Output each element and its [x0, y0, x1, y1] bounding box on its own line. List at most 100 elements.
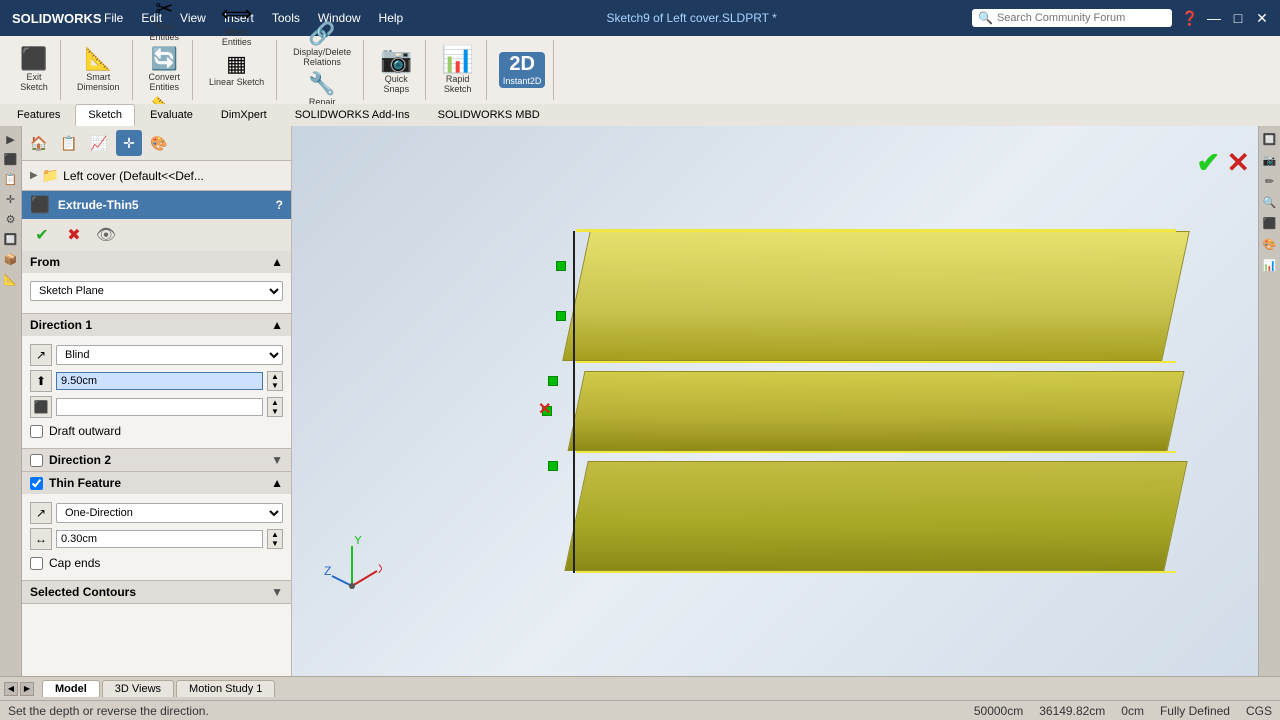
pm-thin-checkbox[interactable]: [30, 477, 43, 490]
pm-thin-type-select[interactable]: One-Direction: [56, 503, 283, 523]
pm-dir1-type-select[interactable]: Blind: [56, 345, 283, 365]
viewport-ok-icon[interactable]: ✔: [1197, 146, 1220, 179]
tree-item-icon: 📁: [42, 167, 59, 184]
gpoint-1[interactable]: [556, 261, 566, 271]
pm-thickness-up[interactable]: ▲: [268, 398, 282, 407]
pm-depth-input[interactable]: [56, 372, 263, 390]
side-icon-4[interactable]: ✛: [2, 190, 20, 208]
pm-thin-thickness-up[interactable]: ▲: [268, 530, 282, 539]
pm-draft-outward-checkbox[interactable]: [30, 425, 43, 438]
viewport-cancel-icon[interactable]: ✕: [1227, 146, 1250, 179]
status-coords: 50000cm 36149.82cm 0cm Fully Defined CGS: [974, 704, 1272, 718]
pm-depth-spinner[interactable]: ▲ ▼: [267, 371, 283, 391]
pm-preview-btn[interactable]: 👁: [94, 223, 118, 247]
quick-snaps-btn[interactable]: 📷 QuickSnaps: [376, 44, 416, 96]
side-icon-6[interactable]: 🔲: [2, 230, 20, 248]
view-icon-5[interactable]: ⬛: [1261, 214, 1279, 232]
pm-from-label: From: [30, 255, 60, 269]
pm-dir1-direction-btn[interactable]: ↗: [30, 344, 52, 366]
bottom-tab-motion[interactable]: Motion Study 1: [176, 680, 275, 697]
x-marker: ✕: [538, 399, 551, 419]
tab-mbd[interactable]: SOLIDWORKS MBD: [425, 104, 553, 126]
left-side-panel: ▶ ⬛ 📋 ✛ ⚙ 🔲 📦 📐: [0, 126, 22, 676]
view-icon-1[interactable]: 🔲: [1261, 130, 1279, 148]
exit-sketch-icon: ⬛: [20, 48, 47, 70]
pm-thin-thickness-down[interactable]: ▼: [268, 539, 282, 548]
side-icon-1[interactable]: ▶: [2, 130, 20, 148]
tab-dimxpert[interactable]: DimXpert: [208, 104, 280, 126]
panel-crosshair-btn[interactable]: ✛: [116, 130, 142, 156]
panel-home-btn[interactable]: 🏠: [26, 130, 52, 156]
pm-thickness-down[interactable]: ▼: [268, 407, 282, 416]
search-input[interactable]: [997, 12, 1157, 24]
pm-help-btn[interactable]: ?: [276, 198, 283, 212]
side-icon-3[interactable]: 📋: [2, 170, 20, 188]
maximize-btn[interactable]: □: [1228, 10, 1248, 27]
pm-from-header[interactable]: From ▲: [22, 251, 291, 273]
side-icon-8[interactable]: 📐: [2, 270, 20, 288]
pm-thin-thickness-input[interactable]: [56, 530, 263, 548]
pm-from-select[interactable]: Sketch Plane: [30, 281, 283, 301]
gpoint-5[interactable]: [548, 461, 558, 471]
pm-thin-thickness-spinner[interactable]: ▲ ▼: [267, 529, 283, 549]
panel-chart-btn[interactable]: 📈: [86, 130, 112, 156]
left-edge: [573, 231, 575, 573]
side-icon-5[interactable]: ⚙: [2, 210, 20, 228]
menu-help[interactable]: Help: [371, 7, 412, 29]
panel-color-btn[interactable]: 🎨: [146, 130, 172, 156]
view-icon-4[interactable]: 🔍: [1261, 193, 1279, 211]
help-btn[interactable]: ❓: [1180, 10, 1200, 27]
pm-cap-ends-checkbox[interactable]: [30, 557, 43, 570]
pm-ok-btn[interactable]: ✔: [30, 223, 54, 247]
menu-file[interactable]: File: [96, 7, 131, 29]
bottom-tab-3dviews[interactable]: 3D Views: [102, 680, 174, 697]
tree-expand-arrow[interactable]: ▶: [30, 170, 38, 181]
tree-root-item[interactable]: ▶ 📁 Left cover (Default<<Def...: [26, 165, 287, 186]
linear-pattern-btn[interactable]: ▦ Linear Sketch: [205, 51, 268, 89]
tab-addins[interactable]: SOLIDWORKS Add-Ins: [282, 104, 423, 126]
side-icon-2[interactable]: ⬛: [2, 150, 20, 168]
gpoint-2[interactable]: [556, 311, 566, 321]
panel-list-btn[interactable]: 📋: [56, 130, 82, 156]
minimize-btn[interactable]: —: [1204, 10, 1224, 27]
bottom-tab-model[interactable]: Model: [42, 680, 100, 697]
smart-dimension-btn[interactable]: 📐 SmartDimension: [73, 46, 124, 94]
pm-thickness-input[interactable]: [56, 398, 263, 416]
tab-nav-left[interactable]: ◀: [4, 682, 18, 696]
3d-viewport[interactable]: ✕ Y X Z ✔ ✕ 🔲 📷 ✏: [292, 126, 1280, 676]
pm-feature-icon: ⬛: [30, 195, 50, 215]
pm-thin-header[interactable]: Thin Feature ▲: [22, 472, 291, 494]
view-icon-7[interactable]: 📊: [1261, 256, 1279, 274]
rapid-sketch-btn[interactable]: 📊 RapidSketch: [438, 44, 478, 96]
trim-entities-btn[interactable]: ✂ TrimEntities: [146, 0, 184, 44]
pm-dir2-checkbox[interactable]: [30, 454, 43, 467]
pm-dir2-header[interactable]: Direction 2 ▼: [22, 449, 291, 471]
side-icon-7[interactable]: 📦: [2, 250, 20, 268]
pm-title: Extrude-Thin5: [58, 198, 139, 212]
pm-contours-header[interactable]: Selected Contours ▼: [22, 581, 291, 603]
tab-sketch[interactable]: Sketch: [75, 104, 135, 126]
view-icon-2[interactable]: 📷: [1261, 151, 1279, 169]
convert-entities-btn[interactable]: 🔄 ConvertEntities: [145, 46, 185, 94]
pm-thickness-spinner[interactable]: ▲ ▼: [267, 397, 283, 417]
tab-evaluate[interactable]: Evaluate: [137, 104, 206, 126]
close-btn[interactable]: ✕: [1252, 10, 1272, 27]
pm-thin-direction-btn[interactable]: ↗: [30, 502, 52, 524]
svg-text:X: X: [378, 562, 382, 576]
pm-cancel-btn[interactable]: ✖: [62, 223, 86, 247]
view-icon-3[interactable]: ✏: [1261, 172, 1279, 190]
view-icon-6[interactable]: 🎨: [1261, 235, 1279, 253]
exit-sketch-btn[interactable]: ⬛ ExitSketch: [16, 46, 52, 94]
pm-contours-label: Selected Contours: [30, 585, 136, 599]
instant2d-btn[interactable]: 2D Instant2D: [499, 52, 546, 88]
display-relations-btn[interactable]: 🔗 Display/DeleteRelations: [289, 21, 355, 69]
pm-depth-down[interactable]: ▼: [268, 381, 282, 390]
gpoint-3[interactable]: [548, 376, 558, 386]
pm-depth-up[interactable]: ▲: [268, 372, 282, 381]
tab-features[interactable]: Features: [4, 104, 73, 126]
mirror-entities-btn[interactable]: ⟺ MirrorEntities: [217, 1, 257, 49]
search-box[interactable]: 🔍: [972, 9, 1172, 27]
viewport-content: ✕: [292, 126, 1280, 676]
pm-dir1-header[interactable]: Direction 1 ▲: [22, 314, 291, 336]
tab-nav-right[interactable]: ▶: [20, 682, 34, 696]
